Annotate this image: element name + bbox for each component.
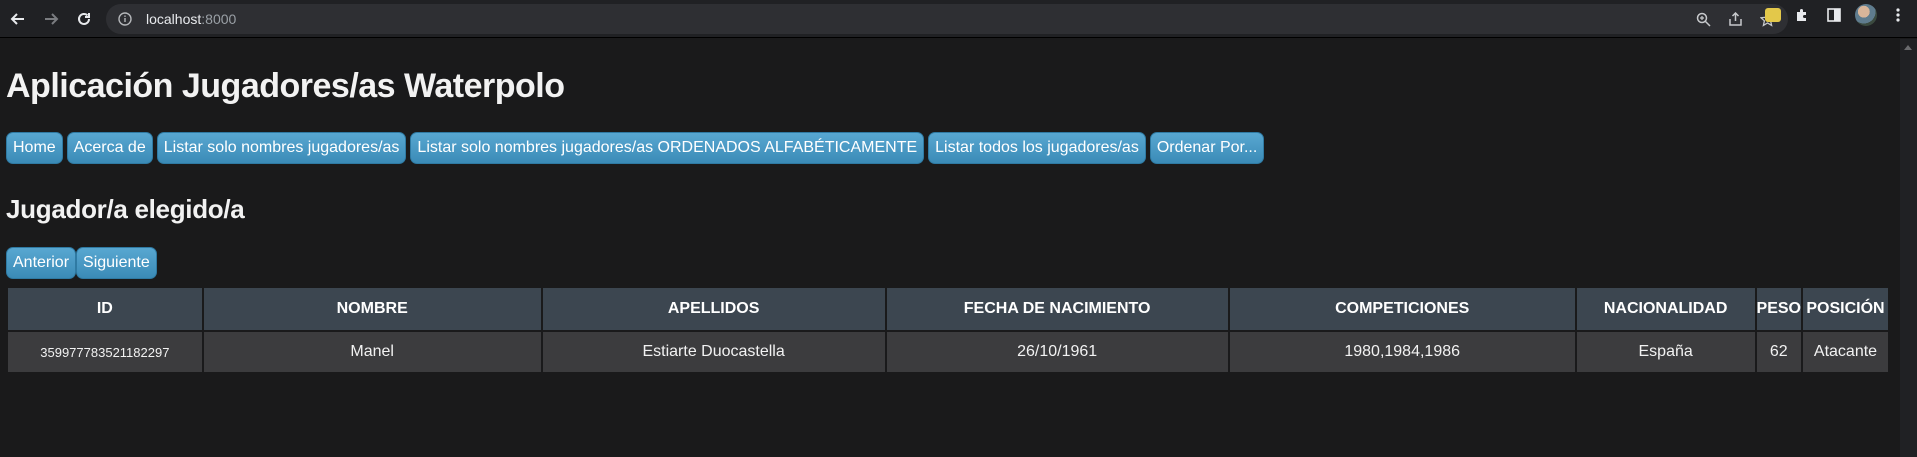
cell-nombre: Manel xyxy=(201,330,543,374)
table-row: 359977783521182297 Manel Estiarte Duocas… xyxy=(6,330,1891,374)
cell-posicion: Atacante xyxy=(1800,330,1891,374)
reload-icon[interactable] xyxy=(69,4,99,34)
page-content: Aplicación Jugadores/as Waterpolo Home A… xyxy=(0,39,1900,457)
main-menu: Home Acerca de Listar solo nombres jugad… xyxy=(6,132,1265,164)
profile-avatar[interactable] xyxy=(1855,4,1877,26)
list-names-button[interactable]: Listar solo nombres jugadores/as xyxy=(156,132,407,164)
cell-fecha-nacimiento: 26/10/1961 xyxy=(884,330,1230,374)
header-nombre: NOMBRE xyxy=(201,286,543,332)
page-title: Aplicación Jugadores/as Waterpolo xyxy=(6,67,565,105)
list-all-players-button[interactable]: Listar todos los jugadores/as xyxy=(928,132,1146,164)
cell-id: 359977783521182297 xyxy=(6,330,204,374)
cell-apellidos: Estiarte Duocastella xyxy=(540,330,887,374)
side-panel-icon[interactable] xyxy=(1823,4,1845,26)
header-peso: PESO xyxy=(1754,286,1803,332)
cell-peso: 62 xyxy=(1754,330,1803,374)
header-nacionalidad: NACIONALIDAD xyxy=(1574,286,1757,332)
address-bar[interactable]: localhost:8000 xyxy=(106,4,1788,34)
previous-button[interactable]: Anterior xyxy=(6,247,77,279)
list-names-sorted-button[interactable]: Listar solo nombres jugadores/as ORDENAD… xyxy=(410,132,925,164)
section-title: Jugador/a elegido/a xyxy=(6,194,245,224)
extension-icon[interactable] xyxy=(1765,8,1781,22)
forward-icon[interactable] xyxy=(36,4,66,34)
puzzle-extensions-icon[interactable] xyxy=(1791,4,1813,26)
next-button[interactable]: Siguiente xyxy=(76,247,157,279)
share-icon[interactable] xyxy=(1726,10,1744,28)
url-host: localhost xyxy=(146,11,202,27)
url-port: :8000 xyxy=(201,11,237,27)
header-fecha-nacimiento: FECHA DE NACIMIENTO xyxy=(884,286,1230,332)
vertical-scrollbar[interactable] xyxy=(1900,39,1917,457)
browser-toolbar: localhost:8000 xyxy=(0,0,1917,38)
home-button[interactable]: Home xyxy=(6,132,63,164)
sort-by-button[interactable]: Ordenar Por... xyxy=(1149,132,1265,164)
cell-competiciones: 1980,1984,1986 xyxy=(1227,330,1577,374)
about-button[interactable]: Acerca de xyxy=(66,132,153,164)
scroll-up-icon[interactable] xyxy=(1904,45,1912,50)
table-header-row: ID NOMBRE APELLIDOS FECHA DE NACIMIENTO … xyxy=(6,286,1891,332)
pager: Anterior Siguiente xyxy=(6,247,157,279)
header-apellidos: APELLIDOS xyxy=(540,286,887,332)
players-table: ID NOMBRE APELLIDOS FECHA DE NACIMIENTO … xyxy=(6,286,1891,374)
site-info-icon[interactable] xyxy=(116,10,134,28)
kebab-menu-icon[interactable] xyxy=(1887,4,1909,26)
header-id: ID xyxy=(6,286,204,332)
zoom-icon[interactable] xyxy=(1694,10,1712,28)
cell-nacionalidad: España xyxy=(1574,330,1757,374)
header-competiciones: COMPETICIONES xyxy=(1227,286,1577,332)
back-icon[interactable] xyxy=(3,4,33,34)
url-text: localhost:8000 xyxy=(146,11,236,27)
header-posicion: POSICIÓN xyxy=(1800,286,1891,332)
